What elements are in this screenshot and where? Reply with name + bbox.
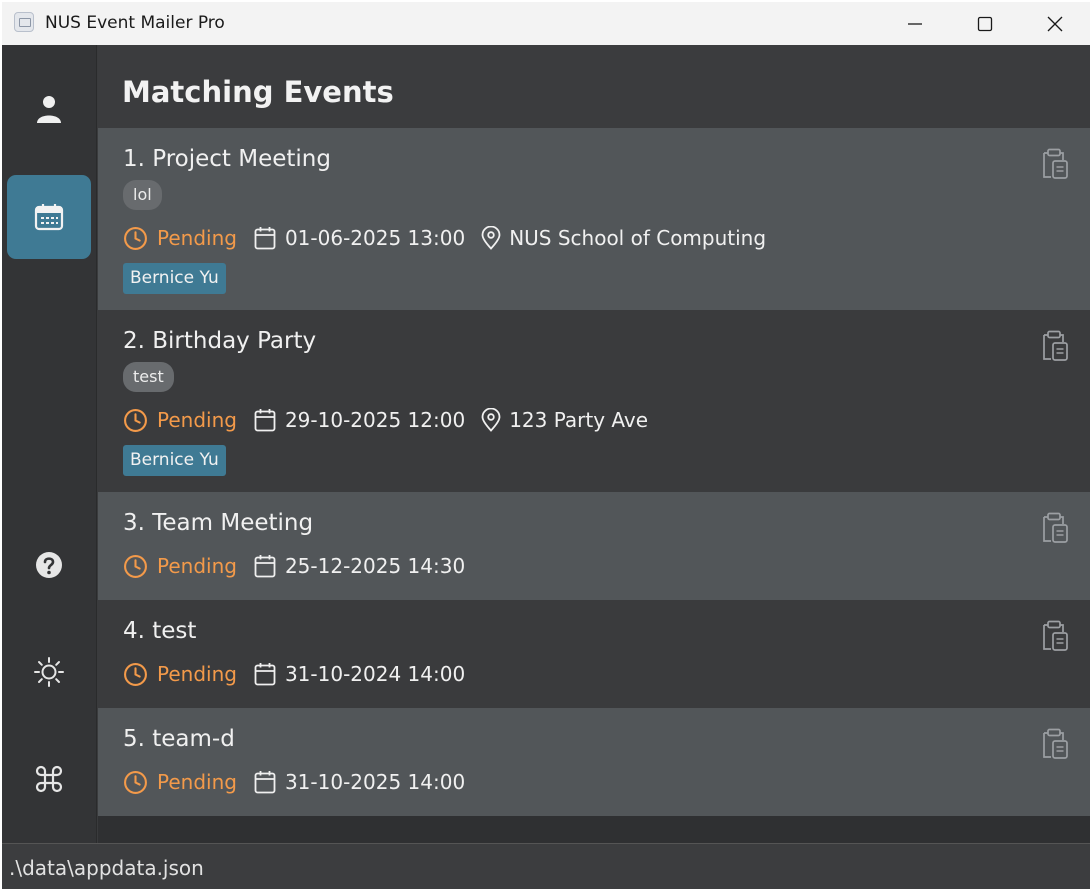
- main-panel: Matching Events 1. Project Meeting lol P…: [98, 45, 1090, 843]
- sun-icon: [34, 657, 64, 687]
- location-pin-icon: [481, 408, 501, 432]
- sidebar-item-contacts[interactable]: [7, 67, 91, 151]
- clock-icon: [123, 408, 148, 433]
- event-datetime: 25-12-2025 14:30: [284, 554, 466, 578]
- event-meta-row: Pending 29-10-2025 12:00 123 Party Ave: [123, 405, 648, 435]
- copy-button[interactable]: [1039, 328, 1071, 362]
- event-meta-row: Pending 25-12-2025 14:30: [123, 551, 481, 581]
- event-status: Pending: [157, 554, 237, 578]
- clipboard-copy-icon: [1043, 330, 1068, 361]
- event-datetime: 31-10-2025 14:00: [284, 770, 466, 794]
- sidebar-item-theme[interactable]: [7, 630, 91, 714]
- location-pin-icon: [481, 226, 501, 250]
- title-bar[interactable]: NUS Event Mailer Pro: [2, 2, 1090, 45]
- event-datetime: 29-10-2025 12:00: [284, 408, 466, 432]
- event-tag: lol: [123, 180, 162, 210]
- event-meta-row: Pending 01-06-2025 13:00 NUS School of C…: [123, 223, 766, 253]
- sidebar-item-commands[interactable]: [7, 737, 91, 821]
- event-tag: test: [123, 362, 174, 392]
- sidebar-item-help[interactable]: [7, 523, 91, 607]
- close-icon: [1047, 16, 1063, 31]
- event-card[interactable]: 3. Team Meeting Pending 25-12-2025 14:30: [98, 492, 1090, 600]
- date-icon: [254, 554, 276, 578]
- clipboard-copy-icon: [1043, 620, 1068, 651]
- window-title: NUS Event Mailer Pro: [45, 13, 225, 33]
- sidebar: [2, 45, 97, 843]
- clipboard-copy-icon: [1043, 148, 1068, 179]
- event-card[interactable]: 5. team-d Pending 31-10-2025 14:00: [98, 708, 1090, 816]
- event-card[interactable]: 2. Birthday Party test Pending 29-10-202…: [98, 310, 1090, 492]
- event-title: 1. Project Meeting: [123, 146, 331, 172]
- event-title: 5. team-d: [123, 726, 235, 752]
- person-icon: [37, 96, 61, 123]
- mail-app-icon: [14, 12, 34, 32]
- close-button[interactable]: [1020, 2, 1090, 45]
- date-icon: [254, 408, 276, 432]
- clock-icon: [123, 662, 148, 687]
- clipboard-copy-icon: [1043, 728, 1068, 759]
- copy-button[interactable]: [1039, 146, 1071, 180]
- data-file-path: .\data\appdata.json: [9, 856, 204, 880]
- event-status: Pending: [157, 770, 237, 794]
- calendar-icon: [34, 204, 64, 231]
- event-status: Pending: [157, 662, 237, 686]
- event-location: NUS School of Computing: [509, 226, 767, 250]
- event-card[interactable]: 1. Project Meeting lol Pending 01-06-202…: [98, 128, 1090, 310]
- maximize-button[interactable]: [950, 2, 1020, 45]
- event-person-badge: Bernice Yu: [123, 263, 226, 294]
- sidebar-item-events[interactable]: [7, 175, 91, 259]
- app-window: NUS Event Mailer Pro Matching Events 1. …: [2, 2, 1090, 889]
- minimize-icon: [908, 22, 922, 25]
- command-icon: [35, 765, 63, 793]
- help-icon: [36, 552, 62, 578]
- event-status: Pending: [157, 226, 237, 250]
- event-card[interactable]: 4. test Pending 31-10-2024 14:00: [98, 600, 1090, 708]
- date-icon: [254, 226, 276, 250]
- event-title: 2. Birthday Party: [123, 328, 317, 354]
- event-datetime: 01-06-2025 13:00: [284, 226, 466, 250]
- clipboard-copy-icon: [1043, 512, 1068, 543]
- event-datetime: 31-10-2024 14:00: [284, 662, 466, 686]
- event-meta-row: Pending 31-10-2025 14:00: [123, 767, 481, 797]
- event-status: Pending: [157, 408, 237, 432]
- clock-icon: [123, 770, 148, 795]
- event-meta-row: Pending 31-10-2024 14:00: [123, 659, 481, 689]
- page-title: Matching Events: [122, 75, 394, 109]
- date-icon: [254, 770, 276, 794]
- event-person-badge: Bernice Yu: [123, 445, 226, 476]
- clock-icon: [123, 226, 148, 251]
- event-title: 3. Team Meeting: [123, 510, 314, 536]
- copy-button[interactable]: [1039, 726, 1071, 760]
- event-location: 123 Party Ave: [509, 408, 649, 432]
- status-bar: .\data\appdata.json: [2, 843, 1090, 889]
- minimize-button[interactable]: [880, 2, 950, 45]
- date-icon: [254, 662, 276, 686]
- copy-button[interactable]: [1039, 510, 1071, 544]
- app-body: Matching Events 1. Project Meeting lol P…: [2, 45, 1090, 843]
- page-header: Matching Events: [98, 45, 1090, 128]
- copy-button[interactable]: [1039, 618, 1071, 652]
- clock-icon: [123, 554, 148, 579]
- event-title: 4. test: [123, 618, 197, 644]
- maximize-icon: [977, 16, 993, 31]
